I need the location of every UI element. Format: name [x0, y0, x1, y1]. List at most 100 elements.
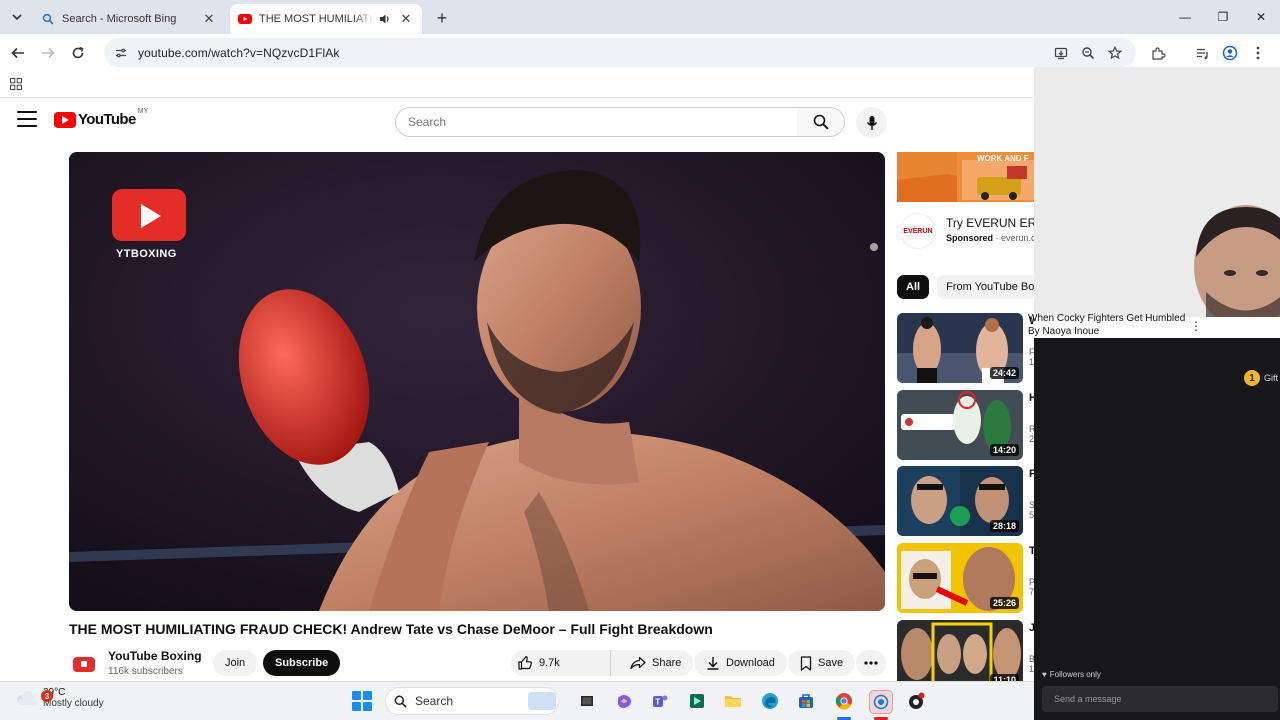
tab-search-dropdown-button[interactable] [6, 6, 28, 28]
taskbar-search-label: Search [415, 694, 454, 708]
audio-playing-icon[interactable] [378, 12, 392, 26]
video-player[interactable]: YTBOXING [69, 152, 885, 611]
browser-toolbar: youtube.com/watch?v=NQzvcD1FlAk [0, 34, 1280, 71]
tab-title: Search - Microsoft Bing [62, 13, 177, 25]
address-url: youtube.com/watch?v=NQzvcD1FlAk [138, 45, 340, 60]
browser-tab-bing[interactable]: Search - Microsoft Bing ✕ [33, 4, 225, 34]
overlay-menu-icon[interactable]: ⋮ [1190, 319, 1202, 333]
install-app-icon[interactable] [1050, 42, 1072, 64]
teams-icon[interactable]: T [649, 690, 671, 712]
more-actions-button[interactable] [856, 650, 886, 676]
search-button[interactable] [797, 107, 845, 137]
thumbs-up-icon [518, 656, 533, 670]
back-arrow-icon[interactable] [7, 42, 29, 64]
media-controls-icon[interactable] [1191, 42, 1213, 64]
share-arrow-icon [630, 656, 646, 670]
chip-all[interactable]: All [897, 275, 930, 299]
address-actions [1050, 42, 1126, 64]
advertiser-logo: EVERUN [900, 213, 936, 249]
join-button[interactable]: Join [213, 650, 258, 676]
video-duration: 24:42 [989, 367, 1019, 379]
forward-arrow-icon[interactable] [37, 42, 59, 64]
site-info-icon[interactable] [112, 44, 130, 62]
subscribe-button[interactable]: Subscribe [263, 650, 341, 676]
tab-close-icon[interactable]: ✕ [201, 11, 217, 27]
recommended-video[interactable]: 28:18 Fi C Sc 5! [897, 466, 1034, 536]
video-duration: 28:18 [989, 520, 1019, 532]
channel-name[interactable]: YouTube Boxing [108, 649, 202, 663]
recommended-video[interactable]: 24:42 When Cocky Fighters Get Humbled By… [897, 313, 1034, 383]
save-button[interactable]: Save [788, 650, 856, 676]
save-label: Save [818, 657, 844, 669]
stream-overlay: When Cocky Fighters Get Humbled By Naoya… [1028, 67, 1280, 720]
close-window-icon[interactable]: ✕ [1242, 0, 1280, 34]
address-bar[interactable]: youtube.com/watch?v=NQzvcD1FlAk [104, 38, 1136, 67]
video-thumbnail[interactable]: 24:42 [897, 313, 1023, 383]
recommended-video[interactable]: 25:26 Tl C Pc 7. [897, 543, 1034, 613]
recommended-video[interactable]: 14:20 H (i Ra 2. [897, 390, 1034, 460]
weather-alert-badge: 3 [41, 690, 53, 702]
heart-icon: ♥ [1042, 670, 1047, 679]
streaming-app-icon[interactable] [905, 690, 927, 712]
file-explorer-pane-icon[interactable] [576, 690, 598, 712]
chrome-icon[interactable] [833, 690, 855, 712]
apps-grid-icon[interactable] [10, 77, 22, 95]
download-button[interactable]: Download [694, 650, 787, 676]
folder-icon[interactable] [722, 690, 744, 712]
youtube-logo-text: YouTube [78, 111, 136, 128]
media-app-icon[interactable] [686, 690, 708, 712]
sponsored-label: Sponsored [946, 233, 994, 243]
video-duration: 25:26 [989, 597, 1019, 609]
bookmark-star-icon[interactable] [1104, 42, 1126, 64]
share-button[interactable]: Share [618, 650, 694, 676]
video-frame [69, 152, 885, 611]
overlay-caption: When Cocky Fighters Get Humbled By Naoya… [1028, 313, 1186, 337]
download-label: Download [726, 657, 775, 669]
minimize-icon[interactable]: — [1166, 0, 1204, 34]
ad-banner-image[interactable]: WORK AND F [897, 152, 1034, 202]
gift-label: Gift [1264, 373, 1279, 383]
channel-avatar[interactable] [71, 651, 97, 677]
video-thumbnail[interactable]: 14:20 [897, 390, 1023, 460]
weather-widget[interactable]: 3 29°C Mostly cloudy [14, 687, 104, 709]
followers-only-label: Followers only [1049, 670, 1101, 679]
recorder-app-icon[interactable] [869, 690, 893, 714]
ad-banner-text: WORK AND F [977, 154, 1029, 163]
subscriber-count: 116k subscribers [108, 666, 183, 677]
video-title: THE MOST HUMILIATING FRAUD CHECK! Andrew… [69, 621, 713, 637]
hamburger-menu-icon[interactable] [17, 111, 37, 127]
gift-indicator[interactable]: 1 Gift [1244, 370, 1278, 386]
video-thumbnail[interactable]: 11:10 [897, 620, 1023, 690]
taskbar-search-box[interactable]: Search [385, 687, 559, 715]
ad-card[interactable]: EVERUN Try EVERUN ER1 Sponsored · everun… [897, 206, 1043, 254]
extensions-puzzle-icon[interactable] [1147, 42, 1169, 64]
gift-coin-icon: 1 [1244, 370, 1260, 386]
region-code: MY [137, 108, 149, 115]
youtube-search-input[interactable]: Search [395, 107, 798, 137]
copilot-icon[interactable] [613, 690, 635, 712]
youtube-logo[interactable]: YouTube MY [54, 108, 149, 128]
ytboxing-logo-icon [112, 189, 186, 241]
channel-row: YouTube Boxing 116k subscribers Join Sub… [69, 648, 887, 678]
new-tab-plus-icon[interactable]: + [432, 8, 452, 28]
kebab-menu-icon[interactable] [1247, 42, 1269, 64]
video-thumbnail[interactable]: 25:26 [897, 543, 1023, 613]
ad-sponsored-line: Sponsored · everun.c [946, 233, 1036, 243]
restore-icon[interactable]: ❐ [1204, 0, 1242, 34]
store-icon[interactable] [795, 690, 817, 712]
more-horizontal-icon [864, 661, 878, 665]
profile-avatar-icon[interactable] [1219, 42, 1241, 64]
browser-tab-youtube[interactable]: THE MOST HUMILIATING FRAUD CHECK! Andrew… [230, 4, 422, 34]
like-button[interactable]: 9.7k [511, 650, 611, 676]
windows-start-icon[interactable] [352, 691, 372, 711]
ad-domain: · everun.c [995, 233, 1036, 243]
recommended-video[interactable]: 11:10 Jo W Bc 1( [897, 620, 1034, 690]
search-icon [41, 12, 55, 26]
zoom-icon[interactable] [1077, 42, 1099, 64]
video-thumbnail[interactable]: 28:18 [897, 466, 1023, 536]
reload-icon[interactable] [67, 42, 89, 64]
tab-close-icon[interactable]: ✕ [398, 11, 414, 27]
edge-icon[interactable] [759, 690, 781, 712]
chat-message-input[interactable]: Send a message [1042, 686, 1278, 712]
voice-search-button[interactable] [856, 107, 887, 138]
